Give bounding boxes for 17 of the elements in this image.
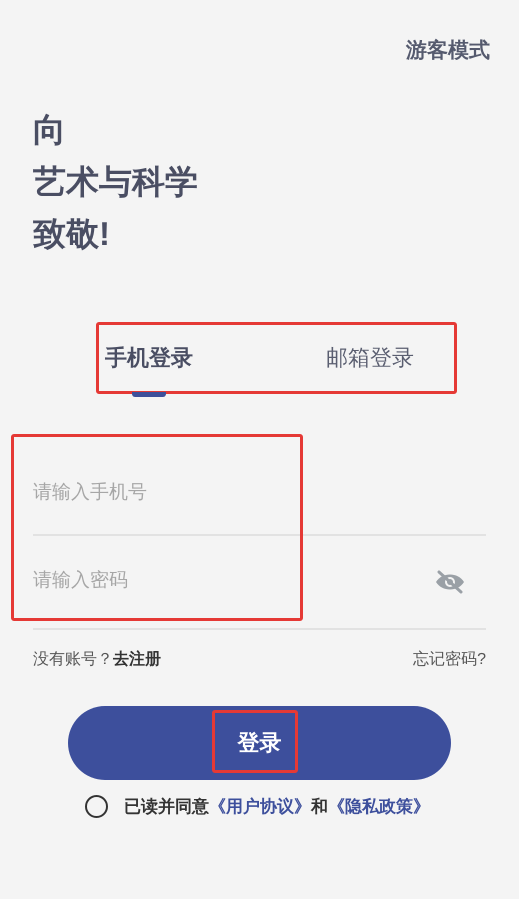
privacy-policy-link[interactable]: 《隐私政策》	[328, 796, 430, 816]
heading-line: 向	[33, 110, 67, 150]
heading-line: 致敬!	[33, 214, 111, 254]
login-button[interactable]: 登录	[68, 706, 451, 780]
tab-indicator	[132, 392, 166, 396]
login-tab[interactable]: 邮箱登录	[326, 344, 414, 372]
agree-checkbox[interactable]	[85, 794, 108, 818]
register-prompt: 没有账号？去注册	[33, 649, 161, 670]
phone-field[interactable]: 请输入手机号	[33, 479, 486, 534]
register-link[interactable]: 去注册	[113, 650, 161, 668]
heading-line: 艺术与科学	[33, 162, 199, 202]
user-agreement-link[interactable]: 《用户协议》	[209, 796, 311, 816]
agreement-text: 已读并同意《用户协议》和《隐私政策》	[124, 796, 430, 818]
guest-mode-link[interactable]: 游客模式	[406, 35, 490, 66]
login-tab[interactable]: 手机登录	[105, 344, 193, 372]
forgot-password-link[interactable]: 忘记密码?	[413, 648, 486, 672]
password-field[interactable]: 请输入密码	[33, 567, 434, 596]
